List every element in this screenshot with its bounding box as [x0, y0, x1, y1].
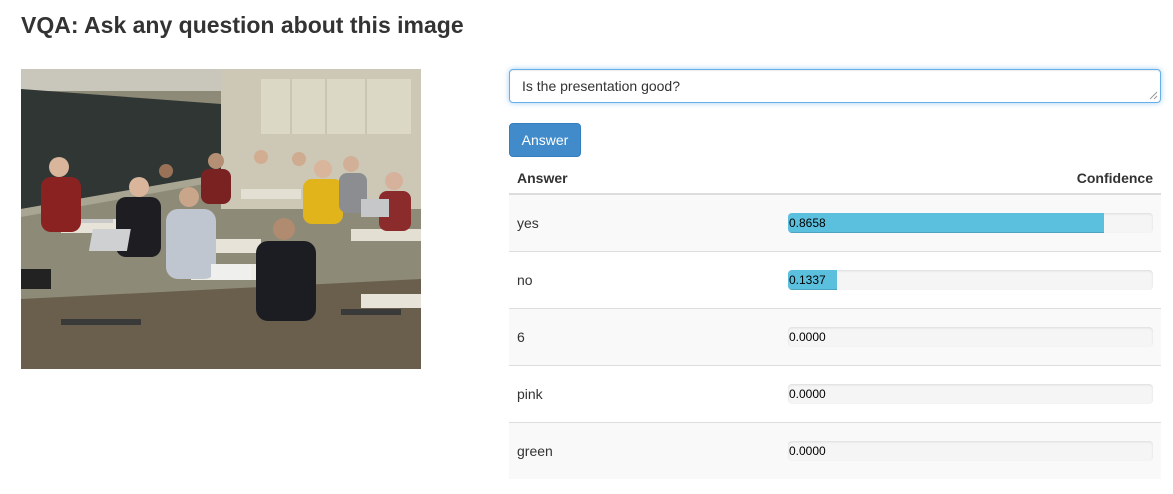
- results-header-row: Answer Confidence: [509, 163, 1161, 195]
- confidence-value: 0.8658: [789, 215, 826, 230]
- answer-cell: green: [509, 421, 788, 479]
- confidence-value: 0.1337: [789, 272, 826, 287]
- question-input[interactable]: [509, 69, 1161, 103]
- answer-cell: no: [509, 250, 788, 308]
- confidence-cell: 0.0000: [788, 307, 1161, 365]
- confidence-value: 0.0000: [789, 443, 826, 458]
- table-row: 6 0.0000: [509, 307, 1161, 365]
- confidence-cell: 0.8658: [788, 193, 1161, 251]
- table-row: yes 0.8658: [509, 193, 1161, 251]
- confidence-cell: 0.0000: [788, 421, 1161, 479]
- table-row: green 0.0000: [509, 421, 1161, 479]
- confidence-bar: 0.8658: [788, 212, 1153, 233]
- answer-column-header: Answer: [509, 163, 788, 195]
- answer-button[interactable]: Answer: [509, 123, 581, 157]
- results-table: Answer Confidence yes 0.8658 no 0.1337 6 0.00…: [509, 163, 1161, 479]
- resize-grip-icon[interactable]: [1148, 90, 1158, 100]
- confidence-bar: 0.0000: [788, 383, 1153, 404]
- answer-cell: yes: [509, 193, 788, 251]
- confidence-value: 0.0000: [789, 329, 826, 344]
- confidence-column-header: Confidence: [788, 163, 1161, 195]
- classroom-photo: [21, 69, 421, 369]
- table-row: no 0.1337: [509, 250, 1161, 308]
- table-row: pink 0.0000: [509, 364, 1161, 422]
- answer-cell: pink: [509, 364, 788, 422]
- confidence-bar: 0.0000: [788, 326, 1153, 347]
- confidence-cell: 0.0000: [788, 364, 1161, 422]
- confidence-cell: 0.1337: [788, 250, 1161, 308]
- confidence-bar: 0.0000: [788, 440, 1153, 461]
- page-title: VQA: Ask any question about this image: [21, 12, 464, 38]
- classroom-photo-illustration: [21, 69, 421, 369]
- confidence-bar-fill: [788, 212, 1105, 233]
- answer-cell: 6: [509, 307, 788, 365]
- confidence-value: 0.0000: [789, 386, 826, 401]
- results-body: yes 0.8658 no 0.1337 6 0.0000 pink 0.0000 green 0…: [509, 193, 1161, 479]
- confidence-bar: 0.1337: [788, 269, 1153, 290]
